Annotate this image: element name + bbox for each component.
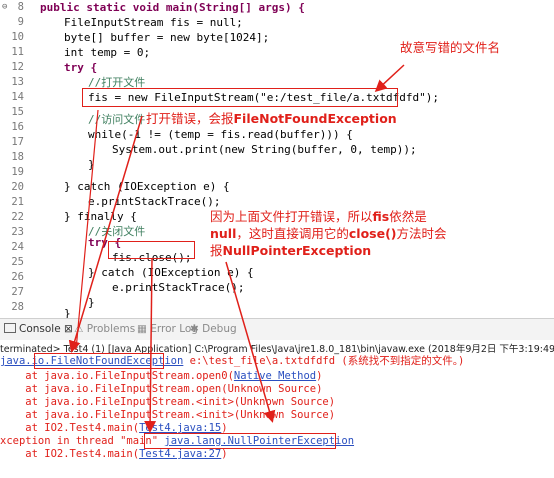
error-log-icon: ▦	[137, 323, 151, 335]
code-line[interactable]: } finally {	[64, 209, 137, 224]
annotation-null-pointer-3: 报NullPointerException	[210, 243, 371, 259]
code-line[interactable]: System.out.print(new String(buffer, 0, t…	[112, 142, 417, 157]
console-line: at java.io.FileInputStream.<init>(Unknow…	[0, 409, 336, 421]
annotation-file-not-found: 打开错误，会报FileNotFoundException	[146, 111, 397, 127]
code-editor[interactable]: 8 9 10 11 12 13 14 15 16 17 18 19 20 21 …	[0, 0, 554, 320]
code-line[interactable]: byte[] buffer = new byte[1024];	[64, 30, 269, 45]
code-line[interactable]: e.printStackTrace();	[88, 194, 220, 209]
console-text: at java.io.FileInputStream.open0(	[0, 370, 234, 382]
highlight-box-close-file	[108, 241, 195, 259]
line-number: 21	[11, 196, 24, 208]
annotation-text: null	[210, 226, 237, 241]
console-link[interactable]: Native Method	[234, 370, 316, 382]
tab-problems[interactable]: ⚠ Problems	[74, 323, 135, 335]
line-number: 15	[11, 106, 24, 118]
annotation-text: 报	[210, 243, 223, 258]
annotation-text: 依然是	[389, 209, 427, 224]
code-line[interactable]: }	[88, 157, 95, 172]
line-number: 19	[11, 166, 24, 178]
annotation-text: ，这时直接调用它的	[236, 226, 349, 241]
console-line: at java.io.FileInputStream.open(Unknown …	[0, 383, 323, 395]
annotation-null-pointer-1: 因为上面文件打开错误，所以fis依然是	[210, 209, 427, 225]
code-line[interactable]: while(-1 != (temp = fis.read(buffer))) {	[88, 127, 353, 142]
console-line: at java.io.FileInputStream.open0(Native …	[0, 370, 322, 383]
code-line[interactable]: FileInputStream fis = null;	[64, 15, 243, 30]
line-number: 16	[11, 121, 24, 133]
problems-icon: ⚠	[74, 323, 87, 335]
code-line[interactable]: } catch (IOException e) {	[88, 265, 254, 280]
console-icon	[4, 323, 16, 333]
line-number: 11	[11, 46, 24, 58]
console-text: )	[221, 448, 228, 460]
highlight-box-file-not-found	[34, 353, 164, 369]
line-number: 26	[11, 271, 24, 283]
fold-marker-icon[interactable]: ⊖	[2, 2, 7, 12]
line-number: 27	[11, 286, 24, 298]
line-number: 9	[17, 16, 24, 28]
annotation-text: NullPointerException	[222, 243, 372, 258]
line-number: 20	[11, 181, 24, 193]
console-line: at java.io.FileInputStream.<init>(Unknow…	[0, 396, 336, 408]
close-icon[interactable]: ⊠	[64, 323, 73, 335]
debug-icon: ✱	[190, 323, 203, 335]
annotation-text: 打开错误，会报	[146, 111, 234, 126]
console-text: at IO2.Test4.main(	[0, 448, 140, 460]
line-number: 10	[11, 31, 24, 43]
annotation-text: 方法时会	[396, 226, 447, 241]
annotation-text: close()	[348, 226, 397, 241]
tab-label: Debug	[202, 323, 237, 335]
tab-debug[interactable]: ✱ Debug	[190, 323, 237, 335]
line-number: 14	[11, 91, 24, 103]
console-tab-bar: Console ⊠ ⚠ Problems ▦ Error Log ✱ Debug	[0, 318, 554, 342]
code-line[interactable]: e.printStackTrace();	[112, 280, 244, 295]
console-text: e:\test_file\a.txtdfdfd (系统找不到指定的文件。)	[183, 355, 465, 367]
tab-error-log[interactable]: ▦ Error Log	[137, 323, 198, 335]
line-number: 13	[11, 76, 24, 88]
annotation-null-pointer-2: null，这时直接调用它的close()方法时会	[210, 226, 447, 242]
line-number: 17	[11, 136, 24, 148]
code-comment[interactable]: //访问文件	[88, 112, 145, 127]
line-number: 28	[11, 301, 24, 313]
console-text: )	[316, 370, 323, 382]
annotation-exception-name: FileNotFoundException	[233, 111, 397, 126]
console-link[interactable]: Test4.java:27	[139, 448, 221, 460]
line-number: 23	[11, 226, 24, 238]
line-number: 12	[11, 61, 24, 73]
highlight-box-open-file	[82, 88, 398, 107]
line-number: 18	[11, 151, 24, 163]
tab-label: Problems	[86, 323, 136, 335]
line-number-gutter: 8 9 10 11 12 13 14 15 16 17 18 19 20 21 …	[0, 0, 32, 318]
console-text: at IO2.Test4.main(	[0, 422, 140, 434]
annotation-wrong-filename: 故意写错的文件名	[400, 40, 501, 55]
code-line[interactable]: } catch (IOException e) {	[64, 179, 230, 194]
highlight-box-null-pointer	[144, 433, 336, 449]
console-line: at IO2.Test4.main(Test4.java:27)	[0, 448, 228, 461]
tab-label: Console	[19, 323, 61, 335]
code-line[interactable]: try {	[64, 60, 97, 75]
annotation-text: 因为上面文件打开错误，所以	[210, 209, 373, 224]
code-line[interactable]: public static void main(String[] args) {	[40, 0, 305, 15]
line-number: 24	[11, 241, 24, 253]
console-text: xception in thread "main"	[0, 435, 165, 447]
line-number: 22	[11, 211, 24, 223]
annotation-text: fis	[372, 209, 390, 224]
line-number: 25	[11, 256, 24, 268]
console-output[interactable]: terminated> Test4 (1) [Java Application]…	[0, 340, 554, 478]
code-line[interactable]: int temp = 0;	[64, 45, 150, 60]
code-line[interactable]: }	[88, 295, 95, 310]
tab-console[interactable]: Console ⊠	[4, 323, 73, 335]
